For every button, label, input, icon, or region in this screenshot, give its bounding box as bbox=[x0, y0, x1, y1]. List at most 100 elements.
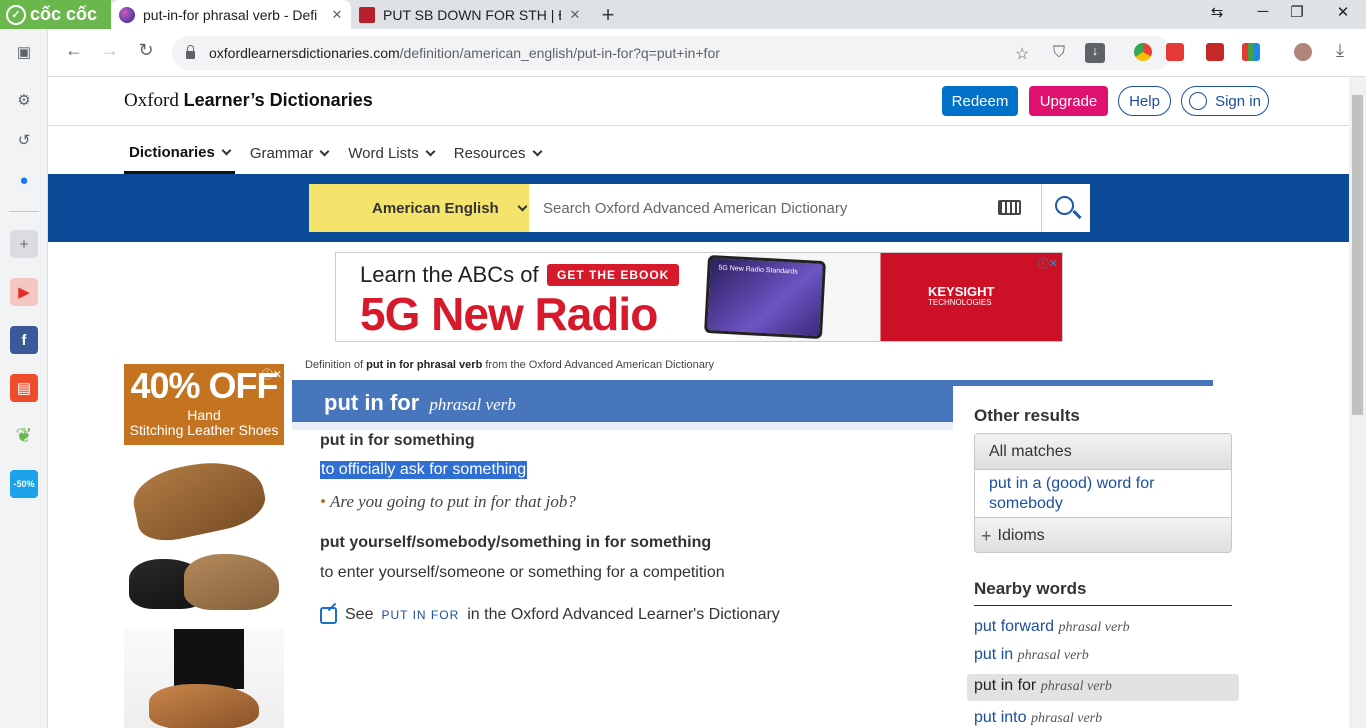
nearby-word: put in for bbox=[974, 677, 1037, 694]
model-photo bbox=[124, 629, 284, 728]
coccoc-leaf-icon[interactable]: ❦ bbox=[10, 421, 38, 449]
shoe-image bbox=[149, 684, 259, 728]
dictionary-select[interactable]: American English bbox=[309, 184, 529, 232]
side-ad-header: 40% OFF Hand Stitching Leather Shoes ⓘ✕ bbox=[124, 364, 284, 445]
scrollbar-thumb[interactable] bbox=[1352, 95, 1363, 415]
shopee-icon[interactable]: ▤ bbox=[10, 374, 38, 402]
nav-dictionaries[interactable]: Dictionaries bbox=[124, 133, 235, 174]
oxford-favicon-icon bbox=[119, 6, 135, 23]
address-bar[interactable]: oxfordlearnersdictionaries.com/definitio… bbox=[172, 36, 1172, 70]
nearby-item[interactable]: put forward phrasal verb bbox=[974, 618, 1130, 636]
nearby-item-current[interactable]: put in for phrasal verb bbox=[967, 674, 1239, 701]
search-input[interactable] bbox=[529, 184, 1041, 232]
page-scrollbar[interactable] bbox=[1349, 77, 1366, 728]
extension-new-icon[interactable] bbox=[1166, 43, 1184, 61]
download-page-icon[interactable]: ↓ bbox=[1085, 43, 1105, 63]
redeem-button[interactable]: Redeem bbox=[942, 86, 1018, 116]
messenger-icon[interactable]: ● bbox=[10, 166, 38, 194]
external-link-icon[interactable] bbox=[320, 606, 337, 624]
shield-icon[interactable]: ⛉ bbox=[1053, 44, 1065, 62]
settings-gear-icon[interactable]: ⚙ bbox=[10, 86, 38, 114]
sidebar-toggle-icon[interactable]: ▣ bbox=[10, 38, 38, 66]
url-path: /definition/american_english/put-in-for?… bbox=[399, 45, 720, 61]
tiki-icon[interactable]: -50% bbox=[10, 470, 38, 498]
browser-toolbar: ← → ↻ oxfordlearnersdictionaries.com/def… bbox=[48, 29, 1366, 77]
nearby-item[interactable]: put into phrasal verb bbox=[974, 709, 1102, 727]
nearby-pos: phrasal verb bbox=[1058, 620, 1130, 635]
nearby-item[interactable]: put in phrasal verb bbox=[974, 646, 1089, 664]
model-trousers bbox=[174, 629, 244, 689]
youtube-icon[interactable]: ▶ bbox=[10, 278, 38, 306]
extension-chrome-icon[interactable] bbox=[1134, 43, 1152, 61]
close-tab-icon[interactable]: ✕ bbox=[329, 7, 345, 23]
restore-icon[interactable]: ❐ bbox=[1285, 3, 1309, 21]
history-icon[interactable]: ↺ bbox=[10, 126, 38, 154]
help-button[interactable]: Help bbox=[1118, 86, 1171, 116]
example-bullet-icon: • bbox=[320, 492, 326, 511]
part-of-speech: phrasal verb bbox=[429, 395, 516, 414]
chevron-down-icon bbox=[532, 146, 542, 157]
logo-oxford: Oxford bbox=[124, 90, 179, 111]
new-tab-icon[interactable]: + bbox=[596, 2, 620, 28]
tab-put-sb-down[interactable]: PUT SB DOWN FOR STH | Định ✕ bbox=[351, 0, 589, 29]
add-sidebar-app-icon[interactable]: + bbox=[10, 230, 38, 258]
reload-icon[interactable]: ↻ bbox=[134, 40, 158, 61]
ad-brand-logo: KEYSIGHT TECHNOLOGIES bbox=[928, 285, 994, 308]
sense-1-definition: to officially ask for something bbox=[320, 461, 528, 479]
see-prefix: See bbox=[345, 606, 374, 623]
close-window-icon[interactable]: ✕ bbox=[1331, 3, 1355, 21]
chevron-down-icon bbox=[425, 146, 436, 157]
entry-header: put in for phrasal verb bbox=[292, 386, 953, 422]
coccoc-menu-button[interactable]: ✓ cốc cốc bbox=[0, 0, 111, 29]
side-ad-desc1: Hand bbox=[187, 407, 221, 423]
nav-label: Grammar bbox=[249, 145, 314, 162]
ad-brand-sub: TECHNOLOGIES bbox=[928, 298, 992, 307]
profile-avatar[interactable] bbox=[1294, 43, 1312, 61]
nav-word-lists[interactable]: Word Lists bbox=[343, 133, 439, 174]
tab-search-icon[interactable]: ⇆ bbox=[1205, 3, 1229, 21]
nav-label: Word Lists bbox=[348, 145, 419, 162]
coccoc-logo-icon: ✓ bbox=[6, 4, 26, 25]
shoe-image bbox=[128, 451, 270, 547]
back-icon[interactable]: ← bbox=[62, 40, 86, 61]
search-button[interactable] bbox=[1041, 184, 1090, 232]
ad-cta-button[interactable]: GET THE EBOOK bbox=[547, 264, 680, 286]
sign-in-button[interactable]: Sign in bbox=[1181, 86, 1269, 116]
logo-learners-dictionaries: Learner’s Dictionaries bbox=[183, 90, 373, 110]
ad-line2: 5G New Radio bbox=[360, 288, 658, 340]
tab-put-in-for[interactable]: put-in-for phrasal verb - Defi ✕ bbox=[111, 0, 351, 29]
downloads-icon[interactable]: ⤓ bbox=[1328, 40, 1352, 61]
forward-icon[interactable]: → bbox=[98, 40, 122, 61]
search-icon bbox=[1055, 196, 1074, 215]
ad-tablet-image: 5G New Radio Standards bbox=[704, 254, 826, 340]
search-icon-handle bbox=[1072, 209, 1082, 220]
idioms-toggle[interactable]: + Idioms bbox=[975, 518, 1231, 552]
sidebar-divider bbox=[9, 211, 39, 212]
extension-red-icon[interactable] bbox=[1206, 43, 1224, 61]
close-tab-icon[interactable]: ✕ bbox=[567, 7, 583, 23]
bookmark-star-icon[interactable]: ☆ bbox=[1015, 44, 1029, 64]
nav-resources[interactable]: Resources bbox=[449, 133, 546, 174]
ad-close-icon[interactable]: ⓘ✕ bbox=[262, 366, 282, 382]
other-results-box: All matches put in a (good) word for som… bbox=[974, 433, 1232, 553]
nav-grammar[interactable]: Grammar bbox=[245, 133, 333, 174]
result-link[interactable]: put in a (good) word for somebody bbox=[975, 470, 1231, 518]
tab-title: put-in-for phrasal verb - Defi bbox=[143, 6, 318, 23]
ad-banner[interactable]: Learn the ABCs of 5G New Radio GET THE E… bbox=[335, 252, 1063, 342]
nearby-pos: phrasal verb bbox=[1040, 679, 1112, 694]
minimize-icon[interactable]: ─ bbox=[1251, 3, 1275, 20]
side-ad[interactable]: 40% OFF Hand Stitching Leather Shoes ⓘ✕ bbox=[124, 364, 284, 728]
upgrade-button[interactable]: Upgrade bbox=[1029, 86, 1108, 116]
cambridge-favicon-icon bbox=[359, 6, 375, 23]
nearby-pos: phrasal verb bbox=[1030, 711, 1103, 726]
lock-icon[interactable] bbox=[186, 45, 195, 59]
tab-title: PUT SB DOWN FOR STH | Định bbox=[383, 6, 561, 23]
extension-colors-icon[interactable] bbox=[1242, 43, 1260, 61]
site-logo[interactable]: Oxford Learner’s Dictionaries bbox=[124, 90, 373, 112]
all-matches-header[interactable]: All matches bbox=[975, 434, 1231, 470]
see-link[interactable]: PUT IN FOR bbox=[381, 608, 459, 622]
keyboard-icon[interactable] bbox=[998, 200, 1021, 215]
definition-of-word: put in for phrasal verb bbox=[366, 359, 483, 371]
ad-choices-icon[interactable]: ⓘ✕ bbox=[1038, 255, 1058, 271]
facebook-icon[interactable]: f bbox=[10, 326, 38, 354]
